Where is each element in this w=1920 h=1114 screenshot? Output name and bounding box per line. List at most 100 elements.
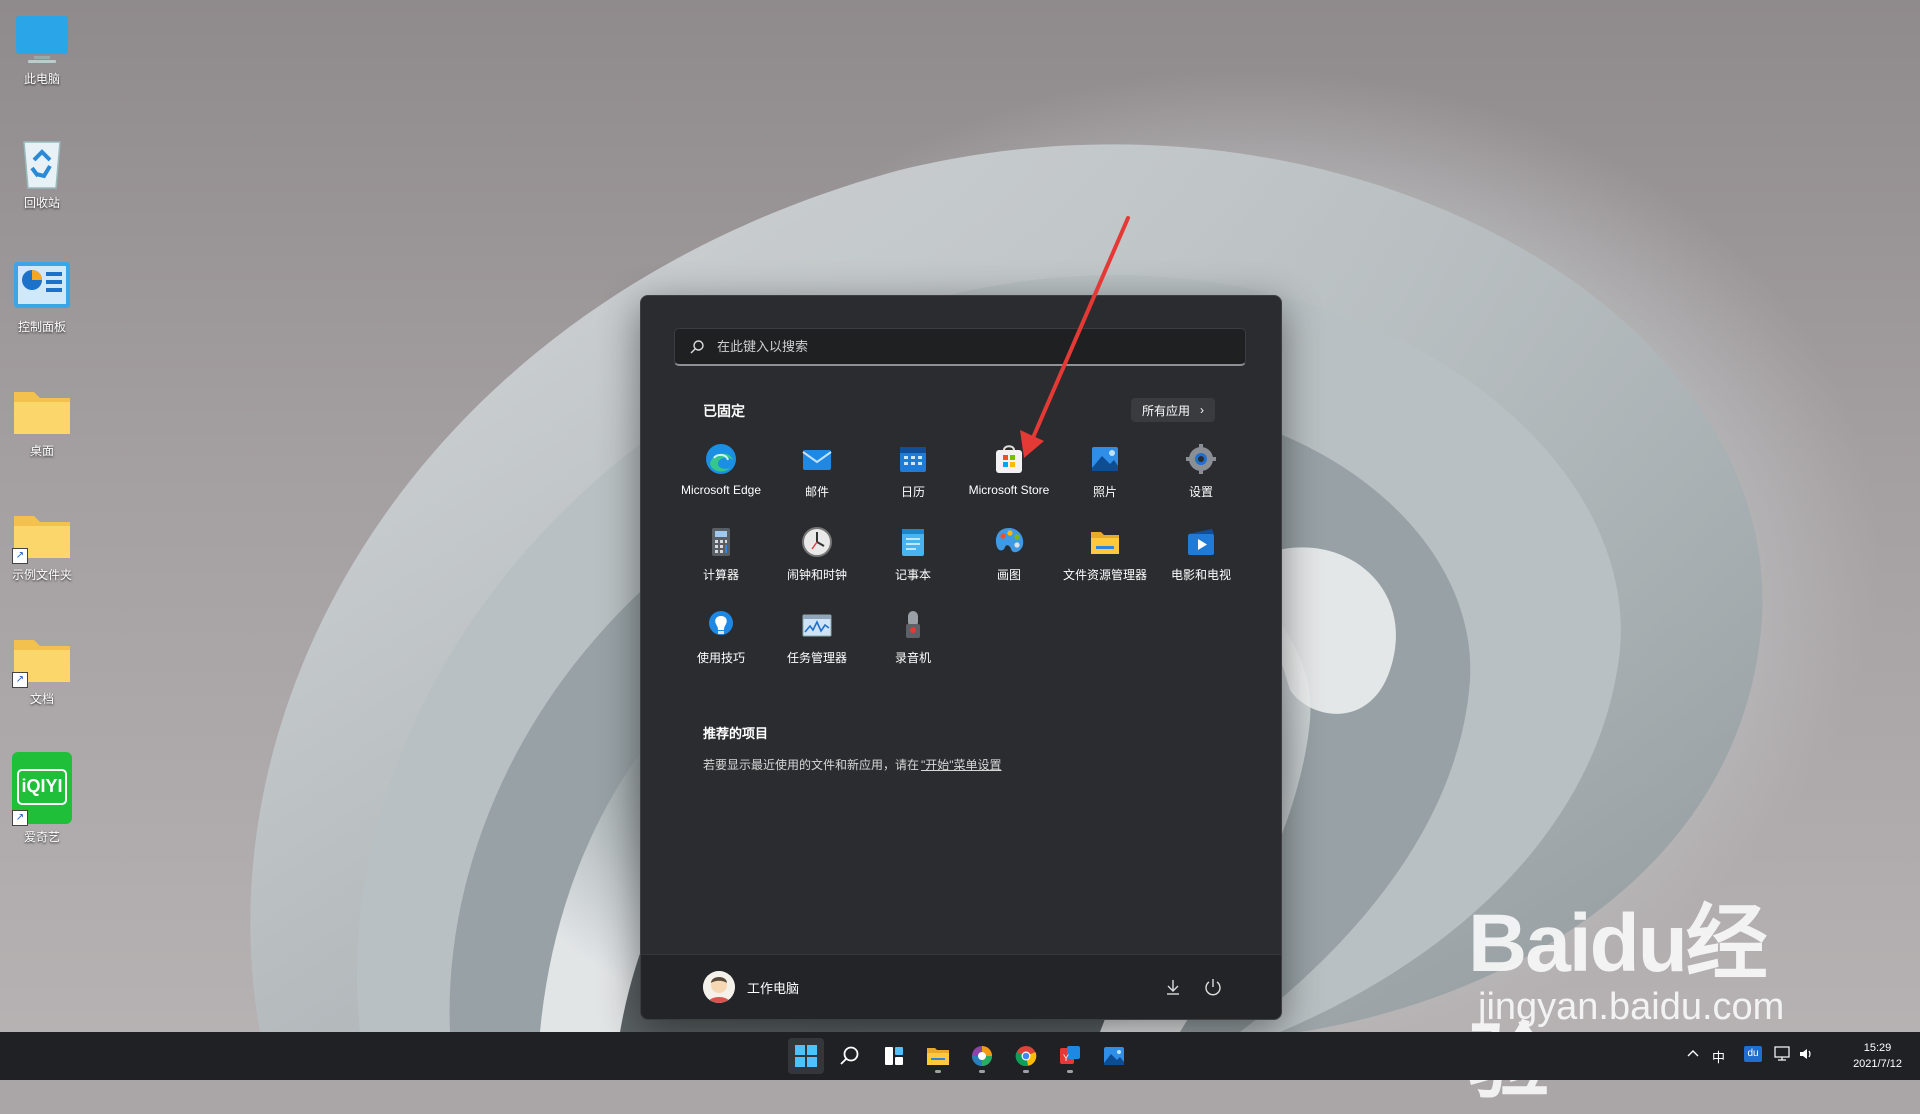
chrome-icon xyxy=(1015,1046,1037,1067)
file-explorer-icon xyxy=(1091,532,1119,554)
pinned-app-notepad[interactable]: 记事本 xyxy=(865,511,961,582)
downloads-button[interactable] xyxy=(1161,975,1185,999)
clock-time: 15:29 xyxy=(1863,1042,1892,1054)
recycle-bin-icon xyxy=(10,134,74,190)
pinned-section-title: 已固定 xyxy=(703,403,745,419)
clock-icon xyxy=(802,527,832,557)
start-search-box[interactable] xyxy=(674,328,1246,366)
taskbar-start-button[interactable] xyxy=(788,1038,824,1074)
system-tray: 中 du 15:29 2021/7/12 xyxy=(1660,1032,1920,1080)
taskbar-file-explorer-button[interactable] xyxy=(920,1038,956,1074)
watermark-url: jingyan.baidu.com xyxy=(1478,986,1785,1028)
start-settings-link[interactable]: "开始"菜单设置 xyxy=(921,758,1002,772)
task-manager-icon xyxy=(802,614,832,637)
search-input[interactable] xyxy=(715,338,1219,355)
desktop-icon-this-pc[interactable]: 此电脑 xyxy=(4,10,80,87)
folder-icon xyxy=(10,382,74,438)
youdao-icon: Y xyxy=(1060,1046,1080,1064)
download-icon xyxy=(1167,980,1179,995)
recommended-section-title: 推荐的项目 xyxy=(703,726,769,741)
desktop-icon-recycle-bin[interactable]: 回收站 xyxy=(4,134,80,211)
shortcut-arrow-icon: ↗ xyxy=(12,672,28,688)
chevron-right-icon: › xyxy=(1200,403,1204,417)
desktop-icon-documents[interactable]: ↗ 文档 xyxy=(4,630,80,707)
taskbar-clock[interactable]: 15:29 2021/7/12 xyxy=(1853,1040,1902,1072)
calendar-icon xyxy=(900,447,926,472)
running-indicator xyxy=(1023,1070,1029,1073)
search-icon xyxy=(690,339,704,353)
pinned-app-recorder[interactable]: 录音机 xyxy=(865,594,961,665)
pinned-app-movies[interactable]: 电影和电视 xyxy=(1153,511,1249,582)
shortcut-arrow-icon: ↗ xyxy=(12,810,28,826)
avatar xyxy=(703,971,735,1003)
taskbar-widgets-button[interactable] xyxy=(876,1038,912,1074)
search-icon xyxy=(840,1046,859,1065)
taskbar-photos-button[interactable] xyxy=(1096,1038,1132,1074)
desktop-icon-control-panel[interactable]: 控制面板 xyxy=(4,258,80,335)
start-menu-footer: 工作电脑 xyxy=(641,954,1281,1019)
pinned-app-mail[interactable]: 邮件 xyxy=(769,428,865,499)
photos-icon xyxy=(1104,1047,1124,1065)
chevron-up-icon xyxy=(1687,1050,1699,1057)
pinned-app-calculator[interactable]: 计算器 xyxy=(673,511,769,582)
pinned-app-tips[interactable]: 使用技巧 xyxy=(673,594,769,665)
movies-icon xyxy=(1188,529,1214,555)
start-menu: 已固定 所有应用 › Microsoft Edge 邮件 日历 Microsof… xyxy=(640,295,1282,1020)
pinned-app-paint[interactable]: 画图 xyxy=(961,511,1057,582)
pinned-app-photos[interactable]: 照片 xyxy=(1057,428,1153,499)
ime-indicator[interactable]: 中 xyxy=(1712,1047,1725,1066)
calculator-icon xyxy=(712,528,730,556)
power-icon xyxy=(1205,979,1221,996)
desktop-icon-sample-folder[interactable]: ↗ 示例文件夹 xyxy=(4,506,80,583)
desktop-icon-desktop-folder[interactable]: 桌面 xyxy=(4,382,80,459)
browser-icon xyxy=(972,1046,992,1066)
settings-icon xyxy=(1186,444,1216,474)
photos-icon xyxy=(1092,447,1118,471)
notepad-icon xyxy=(902,529,924,556)
widgets-icon xyxy=(885,1047,903,1065)
shortcut-arrow-icon: ↗ xyxy=(12,548,28,564)
folder-shortcut-icon: ↗ xyxy=(10,630,74,688)
edge-icon xyxy=(706,444,736,474)
taskbar-browser-button[interactable] xyxy=(964,1038,1000,1074)
desktop-icon-iqiyi[interactable]: iQIYI ↗ 爱奇艺 xyxy=(4,752,80,845)
clock-date: 2021/7/12 xyxy=(1853,1058,1902,1070)
pinned-app-edge[interactable]: Microsoft Edge xyxy=(673,428,769,498)
pinned-app-calendar[interactable]: 日历 xyxy=(865,428,961,499)
recorder-icon xyxy=(906,611,920,638)
all-apps-button[interactable]: 所有应用 › xyxy=(1131,398,1215,422)
pinned-app-task-manager[interactable]: 任务管理器 xyxy=(769,594,865,665)
iqiyi-icon: iQIYI ↗ xyxy=(10,752,74,826)
pinned-app-store[interactable]: Microsoft Store xyxy=(961,428,1057,498)
store-icon xyxy=(996,445,1022,473)
file-explorer-icon xyxy=(927,1048,949,1065)
taskbar-chrome-button[interactable] xyxy=(1008,1038,1044,1074)
folder-shortcut-icon: ↗ xyxy=(10,506,74,564)
paint-icon xyxy=(995,528,1024,553)
iqiyi-logo-text: iQIYI xyxy=(21,776,63,796)
mail-icon xyxy=(802,450,832,470)
pinned-app-file-explorer[interactable]: 文件资源管理器 xyxy=(1057,511,1153,582)
taskbar-youdao-button[interactable]: Y xyxy=(1052,1038,1088,1074)
tips-icon xyxy=(709,611,733,635)
all-apps-label: 所有应用 xyxy=(1141,403,1190,418)
pinned-app-clock[interactable]: 闹钟和时钟 xyxy=(769,511,865,582)
running-indicator xyxy=(1067,1070,1073,1073)
show-hidden-icons-button[interactable] xyxy=(1686,1046,1700,1063)
taskbar-search-button[interactable] xyxy=(832,1038,868,1074)
start-icon xyxy=(795,1045,817,1067)
svg-text:Y: Y xyxy=(1063,1053,1069,1063)
volume-icon[interactable] xyxy=(1798,1046,1814,1065)
monitor-icon xyxy=(10,10,74,66)
running-indicator xyxy=(935,1070,941,1073)
control-panel-icon xyxy=(10,258,74,314)
network-icon[interactable] xyxy=(1774,1046,1792,1065)
running-indicator xyxy=(979,1070,985,1073)
power-button[interactable] xyxy=(1201,975,1225,999)
pinned-app-settings[interactable]: 设置 xyxy=(1153,428,1249,499)
recommended-description-text: 若要显示最近使用的文件和新应用，请在 xyxy=(703,758,920,772)
baidu-input-icon[interactable]: du xyxy=(1744,1046,1762,1062)
user-account-button[interactable]: 工作电脑 xyxy=(703,971,799,1003)
taskbar: Y 中 du 15:29 2021/7/12 xyxy=(0,1032,1920,1080)
user-name: 工作电脑 xyxy=(747,980,800,996)
